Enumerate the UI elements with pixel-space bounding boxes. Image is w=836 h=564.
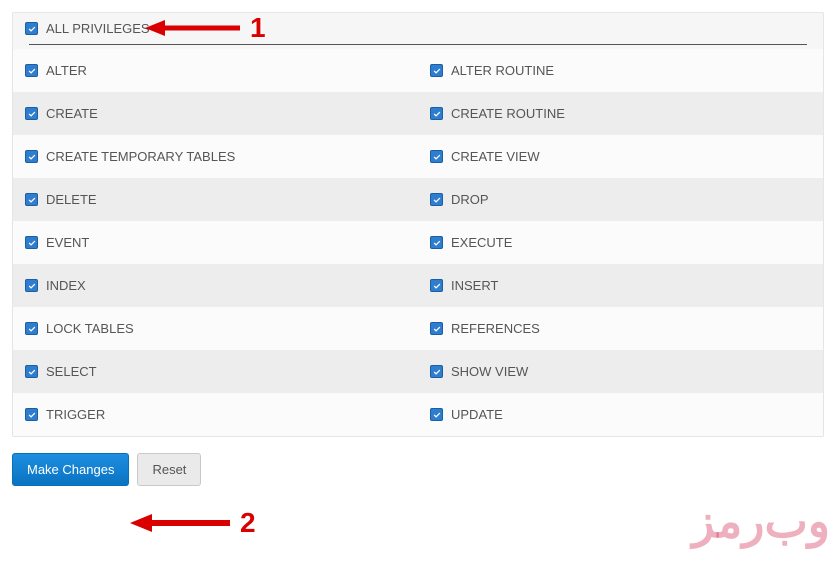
privilege-cell: EVENT: [13, 221, 418, 264]
privilege-label[interactable]: CREATE TEMPORARY TABLES: [46, 149, 235, 164]
privilege-label[interactable]: DROP: [451, 192, 489, 207]
annotation-2: 2: [130, 507, 256, 539]
privilege-checkbox[interactable]: [25, 322, 38, 335]
privilege-cell: EXECUTE: [418, 221, 823, 264]
check-icon: [432, 367, 442, 377]
privilege-cell: INSERT: [418, 264, 823, 307]
check-icon: [432, 66, 442, 76]
check-icon: [432, 195, 442, 205]
privilege-label[interactable]: CREATE: [46, 106, 98, 121]
privilege-label[interactable]: TRIGGER: [46, 407, 105, 422]
privilege-checkbox[interactable]: [430, 64, 443, 77]
check-icon: [27, 109, 37, 119]
privilege-cell: CREATE TEMPORARY TABLES: [13, 135, 418, 178]
privilege-label[interactable]: ALTER: [46, 63, 87, 78]
privilege-checkbox[interactable]: [25, 408, 38, 421]
privilege-label[interactable]: REFERENCES: [451, 321, 540, 336]
check-icon: [27, 152, 37, 162]
privilege-checkbox[interactable]: [25, 193, 38, 206]
privilege-cell: REFERENCES: [418, 307, 823, 350]
privilege-checkbox[interactable]: [25, 107, 38, 120]
privilege-cell: ALTER: [13, 49, 418, 92]
privilege-cell: DROP: [418, 178, 823, 221]
privilege-cell: SELECT: [13, 350, 418, 393]
privilege-checkbox[interactable]: [430, 236, 443, 249]
actions-row: Make Changes Reset: [12, 453, 824, 486]
privilege-cell: CREATE VIEW: [418, 135, 823, 178]
privilege-checkbox[interactable]: [430, 193, 443, 206]
all-privileges-row: ALL PRIVILEGES: [13, 13, 823, 44]
privilege-label[interactable]: CREATE VIEW: [451, 149, 540, 164]
arrow-icon: [130, 512, 230, 534]
privilege-checkbox[interactable]: [430, 107, 443, 120]
check-icon: [432, 109, 442, 119]
privilege-label[interactable]: EXECUTE: [451, 235, 512, 250]
privilege-label[interactable]: DELETE: [46, 192, 97, 207]
privilege-checkbox[interactable]: [25, 365, 38, 378]
privileges-panel: ALL PRIVILEGES ALTER ALTER ROUTINE CREATE C…: [12, 12, 824, 437]
privilege-checkbox[interactable]: [25, 150, 38, 163]
check-icon: [432, 410, 442, 420]
check-icon: [432, 281, 442, 291]
check-icon: [432, 238, 442, 248]
privilege-cell: UPDATE: [418, 393, 823, 436]
check-icon: [27, 281, 37, 291]
privilege-checkbox[interactable]: [25, 64, 38, 77]
privilege-label[interactable]: ALTER ROUTINE: [451, 63, 554, 78]
privilege-checkbox[interactable]: [430, 279, 443, 292]
privilege-checkbox[interactable]: [25, 279, 38, 292]
privilege-cell: DELETE: [13, 178, 418, 221]
check-icon: [27, 324, 37, 334]
watermark-text: وب‌رمز: [692, 494, 830, 548]
privilege-label[interactable]: SELECT: [46, 364, 97, 379]
make-changes-button[interactable]: Make Changes: [12, 453, 129, 486]
privilege-cell: INDEX: [13, 264, 418, 307]
privilege-cell: LOCK TABLES: [13, 307, 418, 350]
privilege-label[interactable]: SHOW VIEW: [451, 364, 528, 379]
privilege-checkbox[interactable]: [430, 322, 443, 335]
annotation-2-number: 2: [240, 507, 256, 539]
privilege-checkbox[interactable]: [25, 236, 38, 249]
privilege-cell: CREATE ROUTINE: [418, 92, 823, 135]
check-icon: [432, 324, 442, 334]
privilege-checkbox[interactable]: [430, 408, 443, 421]
check-icon: [27, 66, 37, 76]
divider: [29, 44, 807, 45]
privilege-cell: CREATE: [13, 92, 418, 135]
privileges-grid: ALTER ALTER ROUTINE CREATE CREATE ROUTINE CR…: [13, 49, 823, 436]
privilege-label[interactable]: EVENT: [46, 235, 89, 250]
check-icon: [432, 152, 442, 162]
privilege-checkbox[interactable]: [430, 150, 443, 163]
check-icon: [27, 238, 37, 248]
privilege-label[interactable]: INDEX: [46, 278, 86, 293]
privilege-label[interactable]: UPDATE: [451, 407, 503, 422]
privilege-label[interactable]: INSERT: [451, 278, 498, 293]
privilege-label[interactable]: CREATE ROUTINE: [451, 106, 565, 121]
check-icon: [27, 195, 37, 205]
privilege-cell: TRIGGER: [13, 393, 418, 436]
reset-button[interactable]: Reset: [137, 453, 201, 486]
privilege-checkbox[interactable]: [430, 365, 443, 378]
check-icon: [27, 367, 37, 377]
checkbox-all-privileges[interactable]: [25, 22, 38, 35]
check-icon: [27, 410, 37, 420]
privilege-cell: SHOW VIEW: [418, 350, 823, 393]
all-privileges-label[interactable]: ALL PRIVILEGES: [46, 21, 150, 36]
privilege-label[interactable]: LOCK TABLES: [46, 321, 134, 336]
privilege-cell: ALTER ROUTINE: [418, 49, 823, 92]
check-icon: [27, 24, 37, 34]
